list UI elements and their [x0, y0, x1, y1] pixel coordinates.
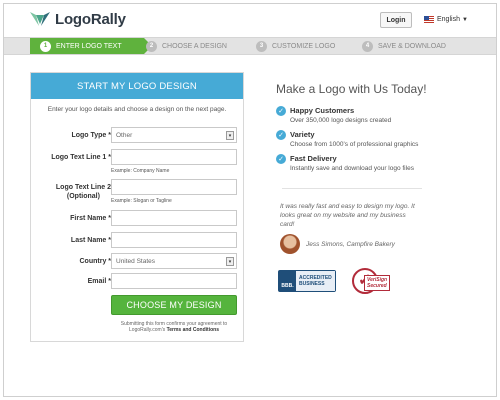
logo-wing-icon: [30, 12, 50, 26]
step-customize-logo: 3 CUSTOMIZE LOGO: [256, 38, 335, 54]
logo-text-2-label: Logo Text Line 2 (Optional): [55, 184, 111, 200]
page-frame: LogoRally Login English ▼ 1 ENTER LOGO T…: [3, 3, 497, 397]
benefit-variety: ✓ Variety Choose from 1000's of professi…: [276, 130, 476, 148]
testimonial-author: Jess Simons, Campfire Bakery: [280, 234, 395, 254]
top-bar: LogoRally Login English ▼: [4, 4, 496, 37]
logo-text-2-hint: Example: Slogan or Tagline: [111, 198, 172, 204]
logo-text-2-input[interactable]: [111, 179, 237, 195]
select-arrow-icon: ▾: [226, 257, 234, 266]
logo-text-1-label: Logo Text Line 1 *: [51, 154, 111, 161]
logo-text-1-input[interactable]: [111, 149, 237, 165]
checkmark-icon: ✓: [276, 106, 286, 116]
last-name-label: Last Name *: [70, 237, 111, 244]
language-selector[interactable]: English ▼: [424, 16, 468, 23]
avatar: [280, 234, 300, 254]
select-arrow-icon: ▾: [226, 131, 234, 140]
logo-type-select[interactable]: Other ▾: [111, 127, 237, 143]
step-choose-design: 2 CHOOSE A DESIGN: [146, 38, 227, 54]
legal-notice: Submitting this form confirms your agree…: [120, 321, 228, 333]
country-select[interactable]: United States ▾: [111, 253, 237, 269]
first-name-input[interactable]: [111, 210, 237, 226]
bbb-badge[interactable]: BBB. ACCREDITED BUSINESS: [278, 270, 336, 292]
checkmark-icon: ✓: [276, 154, 286, 164]
last-name-input[interactable]: [111, 232, 237, 248]
logo-text: LogoRally: [55, 10, 126, 28]
step-save-download: 4 SAVE & DOWNLOAD: [362, 38, 446, 54]
logo-text-1-hint: Example: Company Name: [111, 168, 170, 174]
email-input[interactable]: [111, 273, 237, 289]
benefit-happy-customers: ✓ Happy Customers Over 350,000 logo desi…: [276, 106, 476, 124]
choose-my-design-button[interactable]: CHOOSE MY DESIGN: [111, 295, 237, 315]
bbb-logo-icon: BBB.: [279, 271, 296, 291]
logo-form-card: START MY LOGO DESIGN Enter your logo det…: [30, 72, 244, 342]
form-title: START MY LOGO DESIGN: [31, 73, 243, 99]
first-name-label: First Name *: [70, 215, 111, 222]
form-subtitle: Enter your logo details and choose a des…: [47, 106, 227, 113]
verisign-badge[interactable]: ✓ VeriSign Secured: [352, 268, 406, 294]
pitch-section: Make a Logo with Us Today! ✓ Happy Custo…: [276, 82, 476, 172]
login-button[interactable]: Login: [380, 12, 412, 28]
logo-type-label: Logo Type *: [71, 132, 111, 139]
checkmark-icon: ✓: [276, 130, 286, 140]
terms-link[interactable]: Terms and Conditions: [167, 327, 219, 333]
testimonial-quote: It was really fast and easy to design my…: [280, 203, 415, 228]
logorally-logo[interactable]: LogoRally: [28, 10, 126, 28]
divider: [282, 188, 422, 189]
chevron-down-icon: ▼: [461, 16, 468, 23]
language-label: English: [437, 16, 460, 23]
us-flag-icon: [424, 16, 434, 23]
step-enter-logo-text: 1 ENTER LOGO TEXT: [30, 38, 152, 54]
pitch-title: Make a Logo with Us Today!: [276, 82, 427, 96]
benefit-fast-delivery: ✓ Fast Delivery Instantly save and downl…: [276, 154, 476, 172]
progress-steps: 1 ENTER LOGO TEXT 2 CHOOSE A DESIGN 3 CU…: [4, 37, 496, 55]
country-label: Country *: [79, 258, 112, 265]
email-label: Email *: [87, 278, 111, 285]
